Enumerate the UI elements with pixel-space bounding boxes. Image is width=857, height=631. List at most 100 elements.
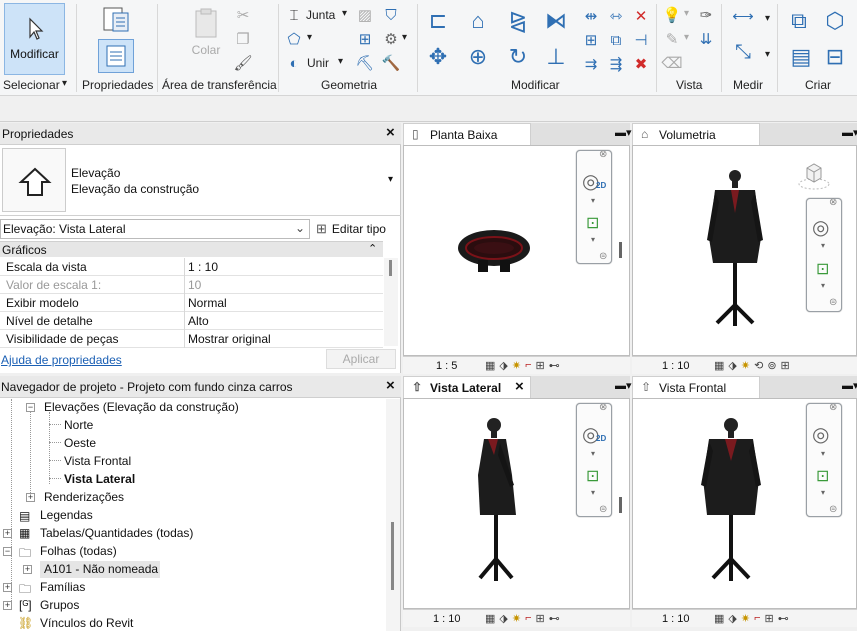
tab-close-icon[interactable]: × (515, 378, 524, 395)
create-group-icon[interactable]: ⊟ (820, 42, 850, 72)
navigation-bar[interactable]: ⊗ ◎ 2D ▾ ⊡ ▾ ⊜ (576, 402, 612, 517)
split-face-icon[interactable]: ⊞ (355, 29, 375, 49)
split-gap-icon[interactable]: ⇿ (606, 6, 626, 26)
instance-selector[interactable]: Elevação: Vista Lateral ⌄ (0, 219, 310, 239)
properties-help-link[interactable]: Ajuda de propriedades (1, 353, 122, 367)
edit-type-button[interactable]: ⊞ Editar tipo (316, 219, 398, 239)
create-assembly-icon[interactable]: ⧉ (784, 6, 814, 36)
browser-scrollbar[interactable] (386, 399, 400, 631)
tree-item-a101[interactable]: A101 - Não nomeada (44, 562, 158, 576)
crop-view-icon[interactable]: ⊞ (765, 612, 774, 625)
dimension-dropdown-icon[interactable]: ▾ (765, 49, 770, 60)
group-label-selecionar[interactable]: Selecionar (3, 78, 60, 92)
property-row[interactable]: Escala da vista 1 : 10 (0, 258, 383, 276)
navigation-bar[interactable]: ⊗ ◎ ▾ ⊡ ▾ ⊜ (806, 197, 842, 312)
paint-icon[interactable]: ⚙ (381, 29, 401, 49)
tab-vista-lateral[interactable]: ⇧ Vista Lateral (403, 376, 531, 398)
unir-label[interactable]: Unir (307, 56, 329, 70)
copy-icon[interactable]: ❐ (233, 29, 253, 49)
detail-level-icon[interactable]: ▦ (485, 612, 495, 625)
tree-expander-plus-icon[interactable]: + (3, 529, 12, 538)
property-value[interactable]: Alto (188, 314, 209, 328)
view-control-icons[interactable]: ▦ ⬗ ✷ ⌐ ⊞ ⊷ (714, 612, 789, 625)
delete-icon[interactable]: ✖ (631, 54, 651, 74)
view-scrollbar[interactable] (619, 497, 622, 513)
create-parts-icon[interactable]: ⬡ (820, 6, 850, 36)
navbar-dropdown-icon[interactable]: ▾ (591, 449, 595, 458)
mirror-axis-icon[interactable]: ⧎ (503, 6, 533, 36)
visual-style-icon[interactable]: ⬗ (728, 359, 736, 372)
hide-isolate-icon[interactable]: ⊷ (549, 359, 560, 372)
property-row[interactable]: Nível de detalhe Alto (0, 312, 383, 330)
tree-item-renderizacoes[interactable]: Renderizações (44, 490, 124, 504)
rotate-icon[interactable]: ↻ (503, 42, 533, 72)
section-header-graficos[interactable]: Gráficos ⌃ (0, 241, 383, 257)
selecionar-dropdown-icon[interactable]: ▾ (62, 78, 67, 89)
detail-level-icon[interactable]: ▦ (485, 359, 495, 372)
steering-wheel-icon[interactable]: ◎ (812, 422, 829, 447)
split-icon[interactable]: ⇹ (581, 6, 601, 26)
mirror-draw-icon[interactable]: ⧑ (541, 6, 571, 36)
view-scale[interactable]: 1 : 10 (662, 360, 690, 372)
tree-item-vista-frontal[interactable]: Vista Frontal (64, 454, 131, 468)
shadows-icon[interactable]: ⌐ (754, 612, 760, 625)
browser-close-icon[interactable]: × (386, 377, 395, 394)
navigation-bar[interactable]: ⊗ ◎ ▾ ⊡ ▾ ⊜ (806, 402, 842, 517)
navbar-dropdown-icon[interactable]: ▾ (821, 281, 825, 290)
align-icon[interactable]: ⊏ (423, 6, 453, 36)
unir-dropdown-icon[interactable]: ▾ (338, 56, 343, 67)
navbar-dropdown-icon[interactable]: ▾ (591, 488, 595, 497)
offset-icon[interactable]: ⌂ (463, 6, 493, 36)
navbar-dropdown-icon[interactable]: ▾ (591, 235, 595, 244)
navigation-bar[interactable]: ⊗ ◎ 2D ▾ ⊡ ▾ ⊜ (576, 149, 612, 264)
lightbulb-icon[interactable]: 💡 (662, 5, 682, 25)
trim-icon[interactable]: ⊥ (541, 42, 571, 72)
shape-icon[interactable]: ⬠ (284, 29, 304, 49)
steering-wheel-icon[interactable]: ◎ (812, 215, 829, 240)
properties-scrollbar[interactable] (384, 258, 398, 346)
type-properties-button[interactable] (100, 4, 132, 36)
brush-icon[interactable]: ✎ (662, 29, 682, 49)
unir-icon[interactable]: ◐ (284, 53, 304, 73)
cut-icon[interactable]: ✂ (233, 5, 253, 25)
navbar-options-icon[interactable]: ⊜ (829, 297, 837, 308)
drawing-canvas[interactable]: ⊗ ◎ ▾ ⊡ ▾ ⊜ (632, 145, 857, 356)
paste-button[interactable]: Colar (188, 4, 224, 60)
crop-view-icon[interactable]: ⊞ (536, 359, 545, 372)
crop-view-icon[interactable]: ⊞ (536, 612, 545, 625)
override-icon[interactable]: ✑ (696, 5, 716, 25)
copy-element-icon[interactable]: ⊕ (463, 42, 493, 72)
properties-button[interactable] (98, 39, 134, 73)
trim-multi-icon[interactable]: ⇉ (581, 54, 601, 74)
tab-volumetria[interactable]: ⌂ Volumetria (632, 123, 760, 145)
sun-path-icon[interactable]: ✷ (512, 359, 521, 372)
unpin-icon[interactable]: ✕ (631, 6, 651, 26)
navbar-options-icon[interactable]: ⊜ (599, 504, 607, 515)
tree-item-norte[interactable]: Norte (64, 418, 93, 432)
dimension-icon[interactable]: ⤡ (727, 41, 759, 63)
detail-level-icon[interactable]: ▦ (714, 612, 724, 625)
crop-view-icon[interactable]: ⊞ (781, 359, 790, 372)
tree-expander-minus-icon[interactable]: − (26, 403, 35, 412)
match-properties-icon[interactable]: 🖌 (233, 53, 253, 73)
drawing-canvas[interactable]: ⊗ ◎ 2D ▾ ⊡ ▾ ⊜ (403, 398, 630, 609)
drawing-canvas[interactable]: ⊗ ◎ 2D ▾ ⊡ ▾ ⊜ (403, 145, 630, 356)
hammer-icon[interactable]: 🔨 (381, 53, 401, 73)
type-selector[interactable]: Elevação Elevação da construção ▾ (0, 146, 401, 216)
filter-view-icon[interactable]: ⇊ (696, 29, 716, 49)
tree-expander-plus-icon[interactable]: + (26, 493, 35, 502)
hide-isolate-icon[interactable]: ⊷ (778, 612, 789, 625)
zoom-region-icon[interactable]: ⊡ (586, 213, 599, 233)
shadows-icon[interactable]: ⌐ (525, 359, 531, 372)
extend-icon[interactable]: ⇶ (606, 54, 626, 74)
lightbulb-dropdown-icon[interactable]: ▾ (684, 8, 689, 19)
properties-close-icon[interactable]: × (386, 124, 395, 141)
join-dropdown-icon[interactable]: ▾ (342, 8, 347, 19)
navbar-options-icon[interactable]: ⊜ (829, 504, 837, 515)
tree-expander-plus-icon[interactable]: + (23, 565, 32, 574)
view-scrollbar[interactable] (619, 242, 622, 258)
property-row[interactable]: Visibilidade de peças Mostrar original (0, 330, 383, 348)
visual-style-icon[interactable]: ⬗ (499, 612, 507, 625)
view-menu-dropdown-icon[interactable]: ▬▾ (615, 126, 632, 139)
property-value[interactable]: Normal (188, 296, 227, 310)
